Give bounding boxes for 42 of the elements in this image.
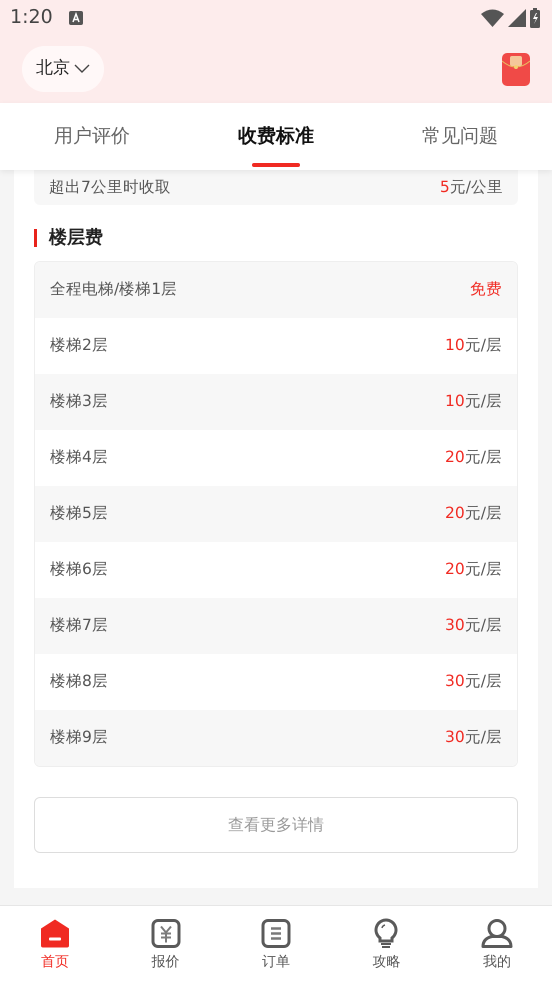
nav-tab[interactable]: 订单 [220, 906, 332, 983]
fee-price: 10元/层 [445, 335, 502, 356]
fee-price: 20元/层 [445, 447, 502, 468]
fee-price: 5元/公里 [440, 176, 503, 198]
fee-price: 30元/层 [445, 615, 502, 636]
status-time: 1:20 [10, 5, 53, 30]
fee-label: 楼梯3层 [50, 391, 108, 412]
tab[interactable]: 常见问题 [422, 103, 498, 170]
fee-price: 10元/层 [445, 391, 502, 412]
fee-label: 全程电梯/楼梯1层 [50, 279, 178, 300]
fee-price: 30元/层 [445, 727, 502, 748]
nav-tab[interactable]: 我的 [442, 906, 552, 983]
chevron-down-icon [74, 64, 90, 74]
person-icon [480, 918, 513, 949]
wifi-icon [481, 8, 504, 26]
battery-icon [530, 8, 540, 28]
tab[interactable]: 收费标准 [238, 103, 314, 170]
gift-envelope-icon[interactable] [502, 52, 530, 86]
fee-label: 楼梯2层 [50, 335, 108, 356]
city-selector[interactable]: 北京 [22, 46, 104, 92]
lightbulb-icon [373, 918, 400, 949]
fee-label: 楼梯8层 [50, 671, 108, 692]
list-icon [261, 918, 292, 949]
fee-label: 超出7公里时收取 [49, 176, 171, 198]
fee-price: 免费 [470, 279, 502, 300]
tab[interactable]: 用户评价 [54, 103, 130, 170]
fee-price: 30元/层 [445, 671, 502, 692]
nav-tab[interactable]: 报价 [110, 906, 221, 983]
fee-label: 楼梯6层 [50, 559, 108, 580]
fee-label: 楼梯5层 [50, 503, 108, 524]
fee-price: 20元/层 [445, 559, 502, 580]
nav-tab[interactable]: 攻略 [331, 906, 442, 983]
section-title: 楼层费 [34, 229, 518, 247]
home-icon [40, 918, 70, 949]
fee-label: 楼梯7层 [50, 615, 108, 636]
yuan-icon [150, 918, 181, 949]
nav-tab[interactable]: 首页 [0, 906, 110, 983]
fee-label: 楼梯4层 [50, 447, 108, 468]
notification-icon [68, 10, 83, 24]
fee-label: 楼梯9层 [50, 727, 108, 748]
fee-price: 20元/层 [445, 503, 502, 524]
signal-icon [508, 8, 526, 26]
